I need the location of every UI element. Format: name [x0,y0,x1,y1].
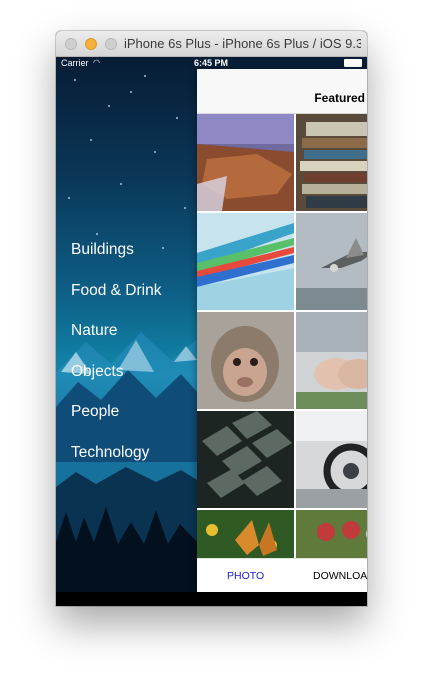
photo-tile-butterfly-flowers[interactable] [197,510,294,558]
featured-panel: Featured PHOTO DOWNLOA [197,69,367,592]
window-titlebar[interactable]: iPhone 6s Plus - iPhone 6s Plus / iOS 9.… [56,31,367,57]
screen-bottom [56,592,367,606]
menu-item-food-drink[interactable]: Food & Drink [71,279,161,320]
photo-tile-keyboard-keys[interactable] [197,411,294,508]
menu-item-people[interactable]: People [71,400,161,441]
menu-item-objects[interactable]: Objects [71,360,161,401]
navigation-bar: Featured [197,69,367,114]
stage: iPhone 6s Plus - iPhone 6s Plus / iOS 9.… [0,0,423,686]
photo-tile-hands-heart[interactable] [296,312,367,409]
tab-bar: PHOTO DOWNLOAD [197,558,367,592]
simulator-window: iPhone 6s Plus - iPhone 6s Plus / iOS 9.… [56,31,367,606]
photo-tile-monkey[interactable] [197,312,294,409]
photo-tile-cyclists[interactable] [296,510,367,558]
menu-item-nature[interactable]: Nature [71,319,161,360]
zoom-window-button[interactable] [105,38,117,50]
photo-tile-rocky-coast[interactable] [197,114,294,211]
wifi-icon: ◠ [93,58,100,67]
status-bar: Carrier ◠ 6:45 PM [56,57,367,69]
carrier-label: Carrier [61,58,89,68]
clock: 6:45 PM [194,58,229,68]
menu-item-technology[interactable]: Technology [71,441,161,482]
minimize-window-button[interactable] [85,38,97,50]
photo-tile-light-trails[interactable] [197,213,294,310]
side-menu: Buildings Food & Drink Nature Objects Pe… [71,238,161,481]
page-title: Featured [314,91,365,105]
ios-screen: Carrier ◠ 6:45 PM Buildings Food & Drink… [56,57,367,606]
close-window-button[interactable] [65,38,77,50]
photo-tile-flying-bird[interactable] [296,213,367,310]
battery-icon [344,59,362,67]
window-title: iPhone 6s Plus - iPhone 6s Plus / iOS 9.… [124,36,361,51]
tab-photo[interactable]: PHOTO [227,570,264,582]
photo-tile-car-interior[interactable] [296,411,367,508]
photo-grid [197,114,367,558]
photo-tile-book-stack[interactable] [296,114,367,211]
tab-download[interactable]: DOWNLOAD [313,570,367,582]
menu-item-buildings[interactable]: Buildings [71,238,161,279]
